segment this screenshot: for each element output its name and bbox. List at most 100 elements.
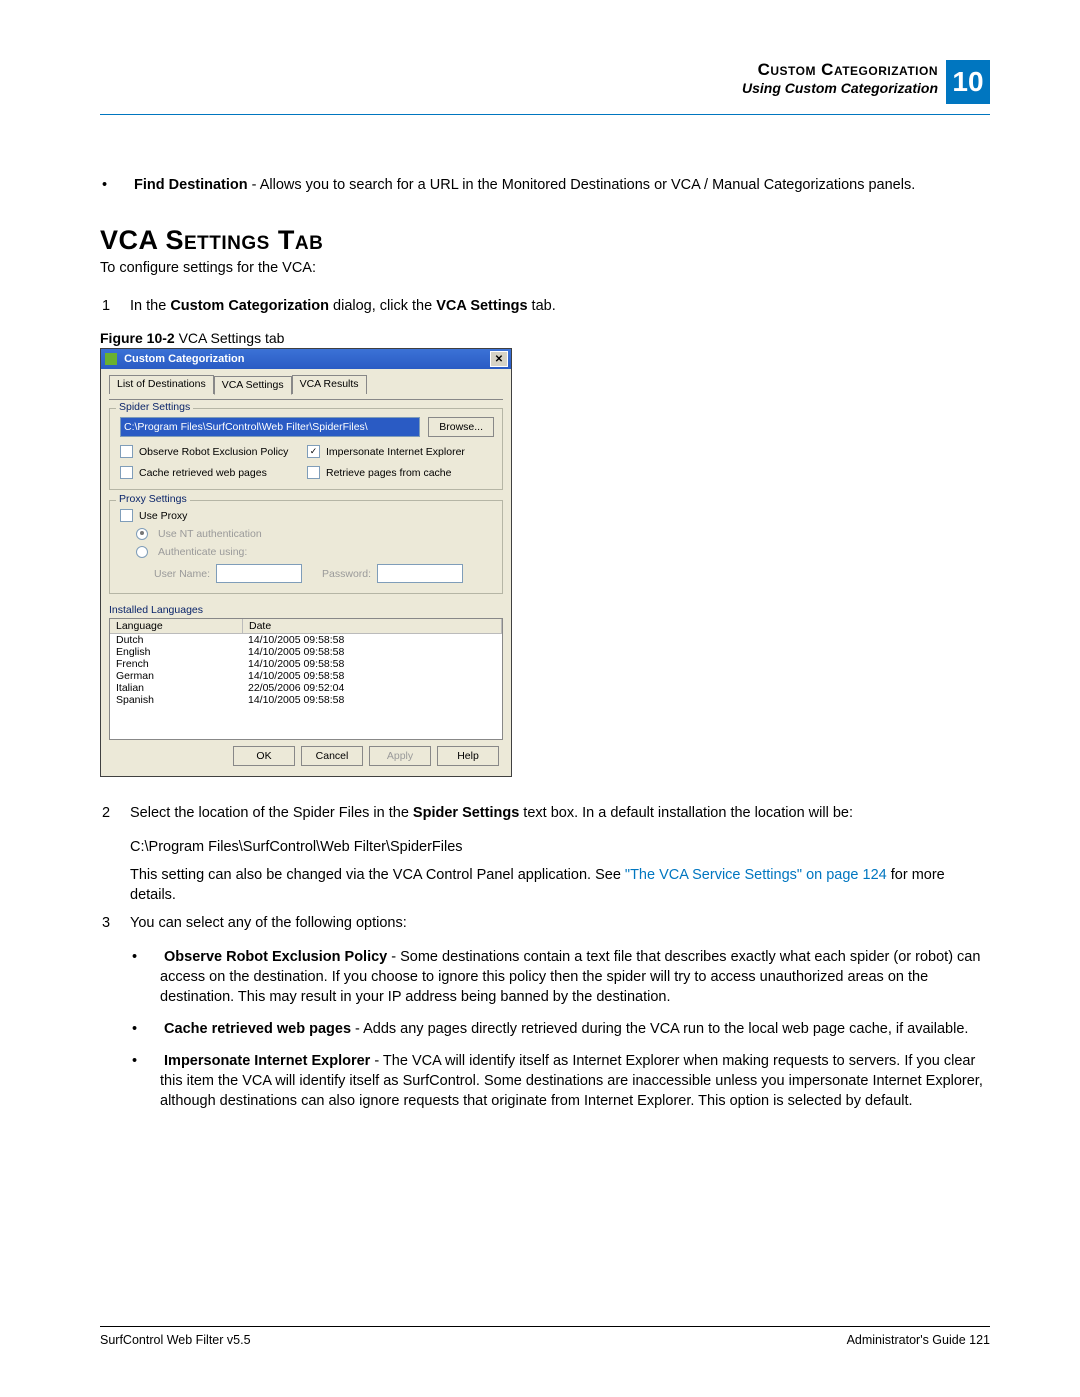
table-row[interactable]: French14/10/2005 09:58:58 <box>110 658 502 670</box>
legend-spider: Spider Settings <box>116 401 193 413</box>
step-list-3: 3You can select any of the following opt… <box>100 913 990 933</box>
checkbox-retrieve-cache[interactable] <box>307 466 320 479</box>
help-button[interactable]: Help <box>437 746 499 766</box>
step-3-num: 3 <box>102 913 130 933</box>
page-header: Custom Categorization Using Custom Categ… <box>100 60 990 104</box>
figure-label: Figure 10-2 <box>100 330 175 346</box>
radio-nt-auth[interactable] <box>136 528 148 540</box>
ok-button[interactable]: OK <box>233 746 295 766</box>
step3-item-3: Impersonate Internet Explorer - The VCA … <box>160 1051 990 1111</box>
step1-bold1: Custom Categorization <box>170 298 329 314</box>
checkbox-use-proxy[interactable] <box>120 509 133 522</box>
tab-list-of-destinations[interactable]: List of Destinations <box>109 375 214 394</box>
tab-vca-settings[interactable]: VCA Settings <box>214 376 292 395</box>
table-row[interactable]: Italian22/05/2006 09:52:04 <box>110 682 502 694</box>
table-row[interactable]: Dutch14/10/2005 09:58:58 <box>110 634 502 646</box>
step2-pre: Select the location of the Spider Files … <box>130 805 413 821</box>
radio-auth-using[interactable] <box>136 546 148 558</box>
browse-button[interactable]: Browse... <box>428 417 494 437</box>
intro-bullet-rest: - Allows you to search for a URL in the … <box>248 177 916 193</box>
step-2-num: 2 <box>102 803 130 823</box>
lang-cell: Dutch <box>110 634 242 646</box>
label-installed-languages: Installed Languages <box>109 604 503 616</box>
label-impersonate-ie: Impersonate Internet Explorer <box>326 446 465 458</box>
intro-bullet: Find Destination - Allows you to search … <box>130 175 990 195</box>
dialog-tabs: List of Destinations VCA Settings VCA Re… <box>109 375 503 394</box>
step2-para2: This setting can also be changed via the… <box>130 865 990 905</box>
figure-text: VCA Settings tab <box>175 330 285 346</box>
page-footer: SurfControl Web Filter v5.5 Administrato… <box>100 1326 990 1347</box>
step3-sublist: Observe Robot Exclusion Policy - Some de… <box>100 947 990 1111</box>
password-field[interactable] <box>377 564 463 583</box>
label-username: User Name: <box>154 568 210 580</box>
step1-mid: dialog, click the <box>329 298 436 314</box>
step-list: 1In the Custom Categorization dialog, cl… <box>100 296 990 316</box>
group-proxy-settings: Proxy Settings Use Proxy Use NT authenti… <box>109 500 503 594</box>
footer-left: SurfControl Web Filter v5.5 <box>100 1333 251 1347</box>
lang-date: 14/10/2005 09:58:58 <box>242 694 502 706</box>
link-vca-service-settings[interactable]: "The VCA Service Settings" on page 124 <box>625 867 887 883</box>
step3-item-2-bold: Cache retrieved web pages <box>164 1021 351 1037</box>
dialog-custom-categorization: Custom Categorization ✕ List of Destinat… <box>100 348 512 777</box>
window-icon <box>105 353 117 365</box>
step1-post: tab. <box>528 298 556 314</box>
lang-date: 14/10/2005 09:58:58 <box>242 670 502 682</box>
step-2: 2Select the location of the Spider Files… <box>130 803 990 823</box>
lang-cell: Italian <box>110 682 242 694</box>
lang-date: 14/10/2005 09:58:58 <box>242 646 502 658</box>
step3-item-1: Observe Robot Exclusion Policy - Some de… <box>160 947 990 1007</box>
group-spider-settings: Spider Settings Browse... Observe Robot … <box>109 408 503 490</box>
checkbox-impersonate-ie[interactable] <box>307 445 320 458</box>
lang-date: 22/05/2006 09:52:04 <box>242 682 502 694</box>
cancel-button[interactable]: Cancel <box>301 746 363 766</box>
step2-path: C:\Program Files\SurfControl\Web Filter\… <box>130 837 990 857</box>
step3-item-2-rest: - Adds any pages directly retrieved duri… <box>351 1021 968 1037</box>
lang-cell: German <box>110 670 242 682</box>
label-cache-pages: Cache retrieved web pages <box>139 467 267 479</box>
lang-cell: English <box>110 646 242 658</box>
label-auth-using: Authenticate using: <box>158 546 247 558</box>
label-observe-robot: Observe Robot Exclusion Policy <box>139 446 288 458</box>
footer-right: Administrator's Guide 121 <box>847 1333 990 1347</box>
step-list-2: 2Select the location of the Spider Files… <box>100 803 990 823</box>
table-row[interactable]: English14/10/2005 09:58:58 <box>110 646 502 658</box>
header-subtitle: Using Custom Categorization <box>742 80 938 96</box>
lang-cell: French <box>110 658 242 670</box>
intro-bullet-list: Find Destination - Allows you to search … <box>100 175 990 195</box>
lang-cell: Spanish <box>110 694 242 706</box>
step3-intro: You can select any of the following opti… <box>130 915 407 931</box>
label-password: Password: <box>322 568 371 580</box>
footer-rule <box>100 1326 990 1327</box>
step1-pre: In the <box>130 298 170 314</box>
figure-caption: Figure 10-2 VCA Settings tab <box>100 330 990 346</box>
header-title: Custom Categorization <box>742 60 938 80</box>
step3-item-3-bold: Impersonate Internet Explorer <box>164 1053 370 1069</box>
legend-proxy: Proxy Settings <box>116 493 190 505</box>
table-row[interactable]: Spanish14/10/2005 09:58:58 <box>110 694 502 706</box>
apply-button[interactable]: Apply <box>369 746 431 766</box>
lang-header-date[interactable]: Date <box>243 619 502 633</box>
tab-vca-results[interactable]: VCA Results <box>292 375 367 394</box>
checkbox-cache-pages[interactable] <box>120 466 133 479</box>
header-rule <box>100 114 990 115</box>
lang-date: 14/10/2005 09:58:58 <box>242 634 502 646</box>
step2-para2-pre: This setting can also be changed via the… <box>130 867 625 883</box>
label-use-proxy: Use Proxy <box>139 510 187 522</box>
checkbox-observe-robot[interactable] <box>120 445 133 458</box>
close-icon[interactable]: ✕ <box>490 351 508 367</box>
step3-item-2: Cache retrieved web pages - Adds any pag… <box>160 1019 990 1039</box>
step2-post: text box. In a default installation the … <box>519 805 853 821</box>
dialog-titlebar[interactable]: Custom Categorization ✕ <box>101 349 511 369</box>
table-row[interactable]: German14/10/2005 09:58:58 <box>110 670 502 682</box>
language-table[interactable]: Language Date Dutch14/10/2005 09:58:58 E… <box>109 618 503 740</box>
section-intro: To configure settings for the VCA: <box>100 260 990 276</box>
step2-bold: Spider Settings <box>413 805 519 821</box>
chapter-badge: 10 <box>946 60 990 104</box>
lang-header-language[interactable]: Language <box>110 619 243 633</box>
step-1: 1In the Custom Categorization dialog, cl… <box>130 296 990 316</box>
intro-bullet-bold: Find Destination <box>134 177 248 193</box>
label-retrieve-cache: Retrieve pages from cache <box>326 467 451 479</box>
label-nt-auth: Use NT authentication <box>158 528 262 540</box>
username-field[interactable] <box>216 564 302 583</box>
spider-path-input[interactable] <box>120 417 420 437</box>
